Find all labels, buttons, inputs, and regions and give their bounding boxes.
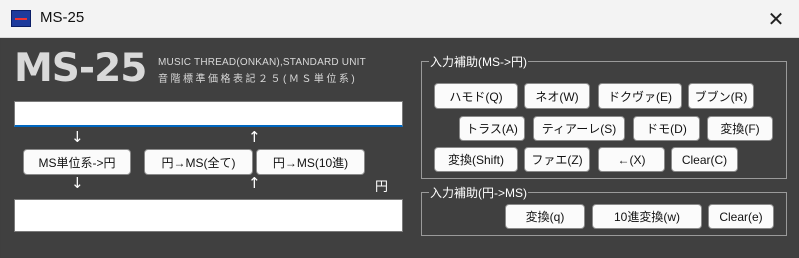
yen-to-ms-all-button[interactable]: 円→MS(全て): [144, 149, 253, 175]
convert-q-button[interactable]: 変換(q): [505, 204, 585, 229]
close-button[interactable]: ✕: [753, 0, 799, 38]
decimal-convert-w-button[interactable]: 10進変換(w): [592, 204, 702, 229]
dokuva-button[interactable]: ドクヴァ(E): [598, 83, 682, 109]
domo-button[interactable]: ドモ(D): [633, 116, 700, 141]
arrow-down-icon: ↓: [71, 174, 84, 192]
clear-c-button[interactable]: Clear(C): [671, 147, 738, 172]
window-title: MS-25: [40, 9, 85, 26]
convert-f-button[interactable]: 変換(F): [707, 116, 773, 141]
logo-subtitle-en: MUSIC THREAD(ONKAN),STANDARD UNIT: [158, 57, 366, 68]
convert-shift-button[interactable]: 変換(Shift): [434, 147, 518, 172]
arrow-up-icon: ↑: [248, 174, 261, 192]
ms-to-yen-button[interactable]: MS単位系->円: [23, 149, 131, 175]
group-title-ms-to-yen: 入力補助(MS->円): [429, 53, 528, 70]
backspace-button[interactable]: ←(X): [598, 147, 665, 172]
logo-subtitle-jp: 音階標準価格表記２５(ＭＳ単位系): [158, 74, 358, 85]
yen-unit-label: 円: [375, 180, 389, 195]
logo-text: MS-25: [14, 46, 147, 91]
torasu-button[interactable]: トラス(A): [459, 116, 525, 141]
arrow-down-icon: ↓: [71, 128, 84, 146]
clear-e-button[interactable]: Clear(e): [708, 204, 774, 229]
title-bar: MS-25 ✕: [0, 0, 799, 38]
arrow-up-icon: ↑: [248, 128, 261, 146]
neo-button[interactable]: ネオ(W): [524, 83, 590, 109]
fae-button[interactable]: ファエ(Z): [524, 147, 590, 172]
hamodo-button[interactable]: ハモド(Q): [434, 83, 518, 109]
tiare-button[interactable]: ティアーレ(S): [533, 116, 625, 141]
group-title-yen-to-ms: 入力補助(円->MS): [429, 184, 528, 201]
yen-to-ms-decimal-button[interactable]: 円→MS(10進): [256, 149, 365, 175]
yen-output-field[interactable]: [14, 199, 403, 232]
app-icon: [11, 10, 31, 27]
ms-input-field[interactable]: [14, 101, 403, 127]
bubun-button[interactable]: ブブン(R): [688, 83, 754, 109]
